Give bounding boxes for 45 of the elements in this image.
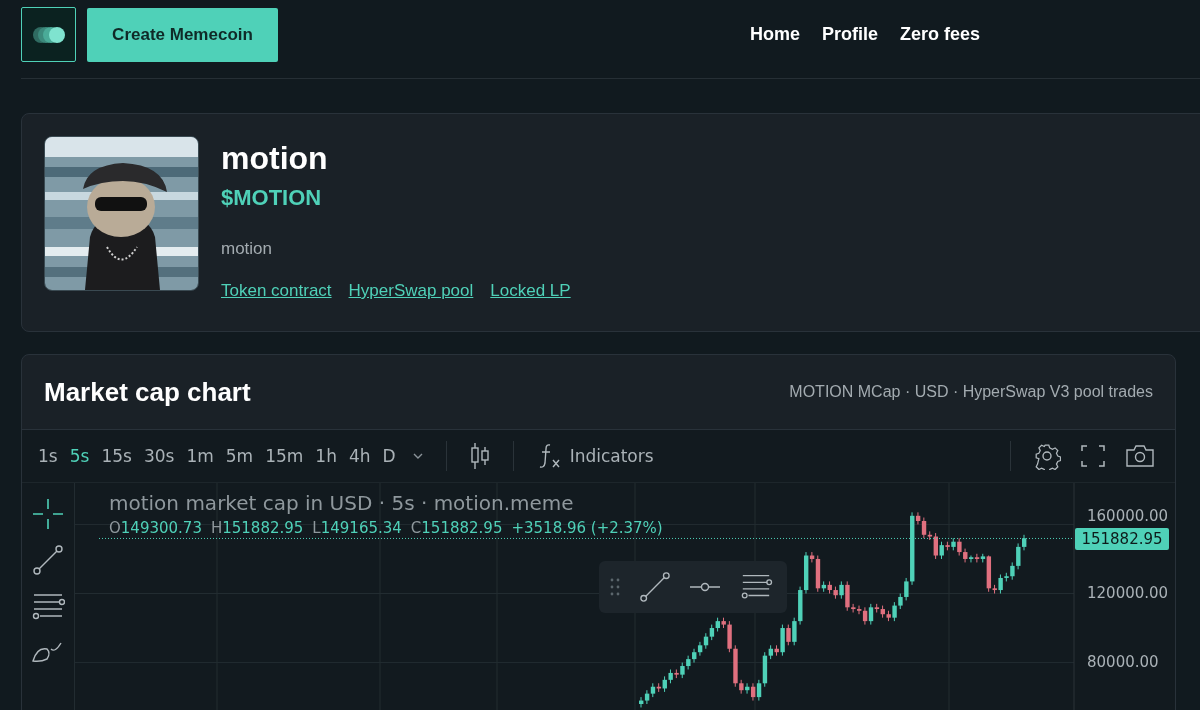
token-link[interactable]: HyperSwap pool (348, 281, 474, 301)
ohlc-value: O149300.73 (109, 519, 202, 537)
line-tool-icon[interactable] (639, 571, 671, 603)
logo-icon[interactable] (21, 7, 76, 62)
crosshair-icon[interactable] (31, 497, 65, 531)
chart-legend-title: motion market cap in USD · 5s · motion.meme (109, 491, 575, 515)
axis-label: 80000.00 (1087, 653, 1159, 672)
nav-link[interactable]: Profile (822, 24, 879, 45)
interval-tab[interactable]: 1h (309, 446, 343, 466)
interval-tab[interactable]: D (376, 446, 402, 466)
ohlc-value: L149165.34 (312, 519, 402, 537)
interval-tab[interactable]: 1s (32, 446, 64, 466)
indicators-button[interactable]: Indicators (531, 442, 660, 470)
interval-tab[interactable]: 1m (180, 446, 220, 466)
chart-title: Market cap chart (44, 376, 251, 408)
ohlc-value: C151882.95 (410, 519, 503, 537)
chart-subtitle: MOTION MCap · USD · HyperSwap V3 pool trades (789, 383, 1153, 401)
horizontal-line-icon[interactable] (689, 581, 721, 593)
token-description: motion (221, 239, 274, 259)
candles-icon[interactable] (468, 442, 491, 470)
token-link[interactable]: Locked LP (490, 281, 571, 301)
interval-tab[interactable]: 30s (137, 446, 181, 466)
token-link[interactable]: Token contract (221, 281, 332, 301)
line-tool-icon[interactable] (31, 543, 65, 577)
caret-icon[interactable] (411, 452, 424, 460)
fullscreen-icon[interactable] (1081, 444, 1105, 468)
interval-tab[interactable]: 5m (219, 446, 260, 466)
camera-icon[interactable] (1125, 444, 1155, 468)
interval-tab[interactable]: 5s (63, 446, 96, 466)
token-ticker: $MOTION (221, 185, 323, 211)
price-change: +3518.96 (+2.37%) (511, 519, 663, 537)
drag-handle-icon[interactable] (609, 577, 621, 597)
nav-link[interactable]: Zero fees (900, 24, 981, 45)
formula-icon (537, 443, 562, 469)
interval-tab[interactable]: 15m (259, 446, 310, 466)
interval-tab[interactable]: 15s (95, 446, 138, 466)
axis-label: 120000.00 (1087, 584, 1169, 602)
token-name: motion (221, 140, 329, 177)
last-price-tag: 151882.95 (1075, 528, 1169, 551)
axis-label: 160000.00 (1087, 506, 1169, 525)
interval-tab[interactable]: 4h (342, 446, 377, 466)
settings-icon[interactable] (1033, 442, 1061, 470)
create-memecoin-button[interactable]: Create Memecoin (87, 7, 278, 62)
nav-link[interactable]: Home (750, 24, 800, 45)
ohlc-value: H151882.95 (210, 519, 304, 537)
